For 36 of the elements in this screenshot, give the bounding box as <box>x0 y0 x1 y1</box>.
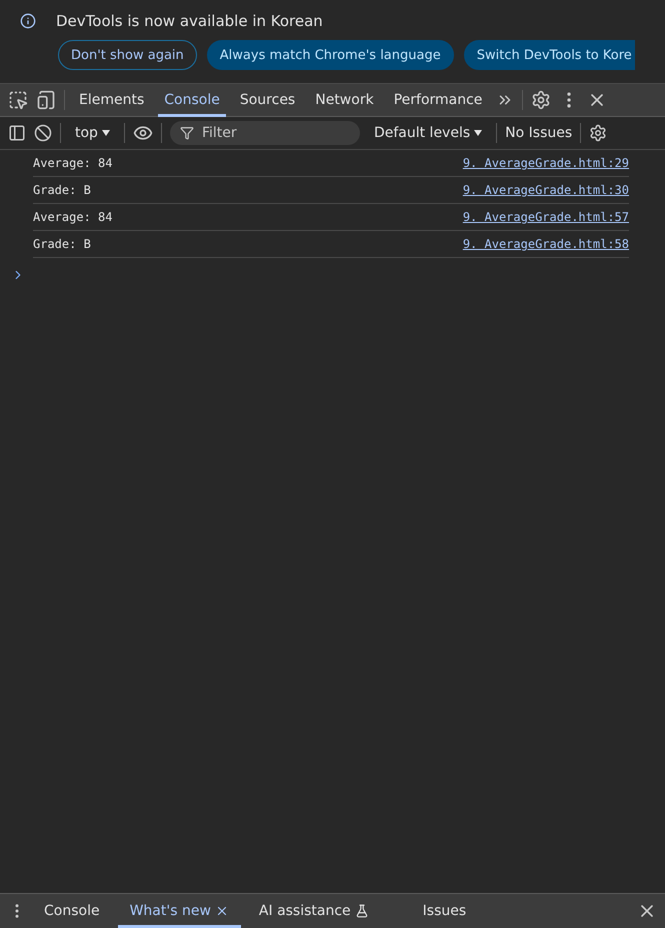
issues-label: No Issues <box>505 125 572 141</box>
infobar-button[interactable]: Always match Chrome's language <box>206 40 454 70</box>
levels-dropdown[interactable]: Default levels <box>368 124 488 142</box>
caret-icon <box>474 130 482 136</box>
infobar-button[interactable]: Switch DevTools to Kore <box>464 40 635 70</box>
drawer-tab[interactable]: What's new <box>118 894 241 928</box>
source-link[interactable]: 9. AverageGrade.html:57 <box>462 210 629 224</box>
source-link[interactable]: 9. AverageGrade.html:30 <box>462 183 629 197</box>
panel-tab[interactable]: Console <box>158 84 226 116</box>
info-icon <box>20 13 36 29</box>
source-link[interactable]: 9. AverageGrade.html:29 <box>462 156 629 170</box>
panel-tab[interactable]: Sources <box>234 84 302 116</box>
console-message: Average: 84 <box>33 156 112 170</box>
console-message: Average: 84 <box>33 210 112 224</box>
flask-icon <box>354 904 369 918</box>
infobar-message: DevTools is now available in Korean <box>56 12 323 30</box>
filter-field[interactable]: Filter <box>170 121 360 145</box>
device-icon[interactable] <box>36 90 56 110</box>
drawer-tab[interactable]: Issues <box>410 894 478 928</box>
inspect-icon[interactable] <box>8 90 28 110</box>
panel-tab[interactable]: Elements <box>73 84 150 116</box>
drawer-tab[interactable]: AI assistance <box>246 894 405 928</box>
settings-icon[interactable] <box>531 90 552 110</box>
panel-tab[interactable]: Performance <box>388 84 488 116</box>
context-dropdown[interactable]: top <box>69 124 116 142</box>
sidebar-icon[interactable] <box>8 124 26 142</box>
drawer-tab[interactable]: Console <box>32 894 112 928</box>
clear-icon[interactable] <box>34 124 52 142</box>
console-message: Grade: B <box>33 237 91 251</box>
source-link[interactable]: 9. AverageGrade.html:58 <box>462 237 629 251</box>
filter-icon <box>180 126 194 140</box>
infobar-button[interactable]: Don't show again <box>58 40 197 70</box>
panel-tab[interactable]: Network <box>309 84 380 116</box>
settings-icon[interactable] <box>589 124 608 142</box>
caret-icon <box>102 130 110 136</box>
console-message: Grade: B <box>33 183 91 197</box>
